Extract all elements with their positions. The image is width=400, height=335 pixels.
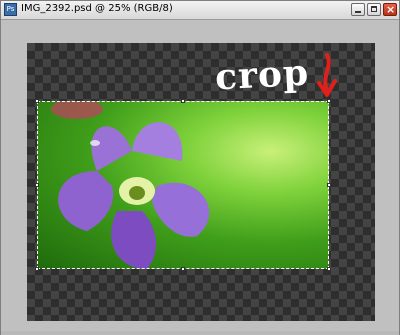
minimize-icon [355, 11, 361, 13]
crop-handle-top-center[interactable] [181, 99, 185, 103]
crop-marquee[interactable] [37, 101, 329, 269]
maximize-button[interactable] [367, 3, 381, 16]
crop-annotation-label: crop [213, 51, 311, 99]
crop-handle-bottom-center[interactable] [181, 267, 185, 271]
crop-handle-middle-left[interactable] [35, 183, 39, 187]
close-button[interactable]: × [383, 3, 397, 16]
document-window: Ps IMG_2392.psd @ 25% (RGB/8) × crop [0, 0, 400, 335]
photoshop-document-icon: Ps [4, 3, 17, 16]
minimize-button[interactable] [351, 3, 365, 16]
arrow-down-icon [317, 53, 337, 97]
crop-handle-bottom-left[interactable] [35, 267, 39, 271]
crop-handle-bottom-right[interactable] [327, 267, 331, 271]
crop-handle-middle-right[interactable] [327, 183, 331, 187]
crop-handle-top-left[interactable] [35, 99, 39, 103]
status-bar [1, 331, 399, 335]
title-bar[interactable]: Ps IMG_2392.psd @ 25% (RGB/8) × [1, 1, 399, 20]
window-title: IMG_2392.psd @ 25% (RGB/8) [21, 3, 173, 14]
maximize-icon [371, 6, 377, 12]
document-canvas[interactable]: crop [9, 21, 389, 329]
close-icon: × [386, 3, 396, 16]
